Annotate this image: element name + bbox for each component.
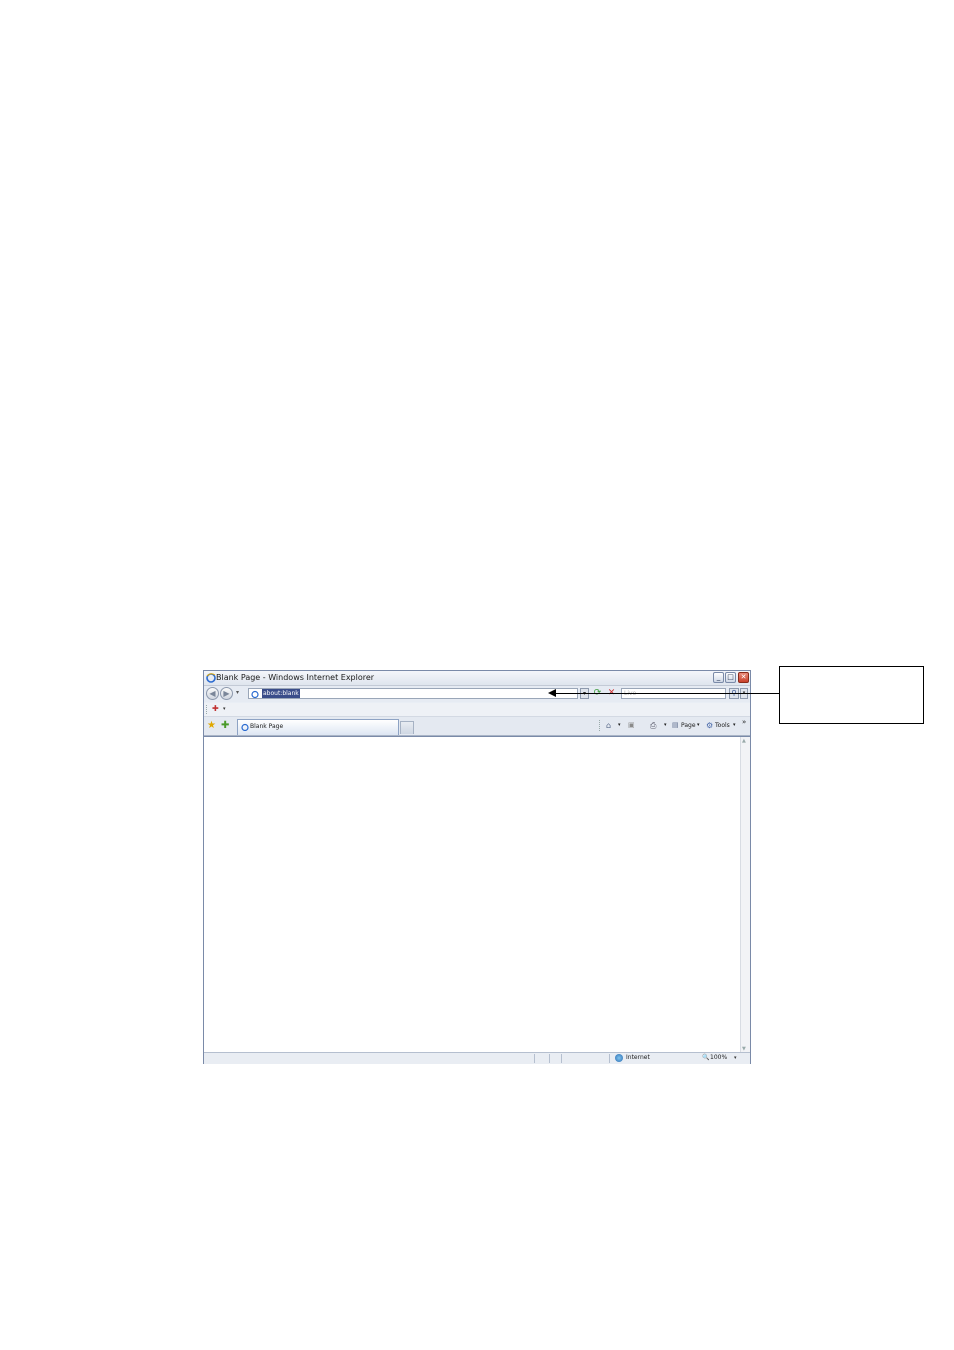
scroll-up-icon[interactable]: ▲ (742, 738, 746, 744)
forward-arrow-icon: ▶ (223, 689, 230, 698)
print-icon[interactable]: ⎙ (650, 720, 656, 731)
back-arrow-icon: ◀ (209, 689, 216, 698)
status-divider (549, 1054, 550, 1063)
minimize-button[interactable]: _ (713, 672, 724, 683)
print-dropdown[interactable]: ▾ (664, 720, 667, 731)
title-bar[interactable]: Blank Page - Windows Internet Explorer _… (204, 671, 750, 686)
tab-bar: ★ ✚ Blank Page ⌂ ▾ ▣ ⎙ ▾ ▤ Page ▾ ⚙ Tool… (204, 717, 750, 736)
home-icon[interactable]: ⌂ (606, 720, 611, 731)
status-divider (534, 1054, 535, 1063)
status-bar: Internet 🔍 100% ▾ (204, 1052, 750, 1064)
addon-dropdown[interactable]: ▾ (223, 705, 226, 714)
minimize-icon: _ (716, 673, 721, 681)
maximize-icon: □ (727, 673, 734, 681)
ie-logo-icon (206, 673, 216, 683)
internet-globe-icon (615, 1054, 623, 1062)
address-bar[interactable]: about:blank (248, 688, 578, 699)
status-divider (561, 1054, 562, 1063)
close-icon: ✕ (740, 673, 747, 681)
page-menu-button[interactable]: Page (681, 720, 696, 731)
security-zone-label[interactable]: Internet (626, 1053, 650, 1063)
command-bar-grip[interactable] (599, 720, 602, 731)
toolbar-grip[interactable] (206, 705, 209, 714)
status-divider (609, 1054, 610, 1063)
tab-blank-page[interactable]: Blank Page (237, 719, 399, 735)
page-icon (241, 723, 249, 731)
more-commands-icon[interactable]: » (742, 717, 746, 728)
tools-gear-icon: ⚙ (706, 721, 714, 730)
forward-button[interactable]: ▶ (220, 687, 233, 700)
navigation-bar: ◀ ▶ ▾ about:blank ▾ ⟳ ✕ Live ⚲ ▾ (204, 686, 750, 702)
recent-pages-dropdown[interactable]: ▾ (236, 689, 239, 696)
feeds-icon[interactable]: ▣ (628, 720, 635, 731)
zoom-icon: 🔍 (702, 1054, 710, 1061)
tools-menu-dropdown[interactable]: ▾ (733, 720, 736, 731)
vertical-scrollbar[interactable]: ▲ ▼ (740, 737, 750, 1053)
back-button[interactable]: ◀ (206, 687, 219, 700)
close-button[interactable]: ✕ (738, 672, 749, 683)
page-content-area[interactable]: ▲ ▼ (204, 736, 750, 1053)
home-dropdown[interactable]: ▾ (618, 720, 621, 731)
page-menu-icon: ▤ (672, 721, 679, 729)
zoom-level[interactable]: 100% (710, 1053, 727, 1063)
page-icon (251, 690, 259, 698)
tab-label: Blank Page (250, 723, 284, 730)
zoom-dropdown[interactable]: ▾ (734, 1053, 737, 1063)
add-favorite-icon[interactable]: ✚ (221, 720, 229, 731)
window-title: Blank Page - Windows Internet Explorer (216, 673, 375, 682)
ie-window: Blank Page - Windows Internet Explorer _… (203, 670, 751, 1064)
new-tab-button[interactable] (400, 721, 414, 734)
addon-icon[interactable]: ✚ (212, 704, 219, 714)
callout-arrow-line (555, 693, 779, 694)
page-menu-dropdown[interactable]: ▾ (697, 720, 700, 731)
tools-menu-button[interactable]: Tools (715, 720, 730, 731)
favorites-star-icon[interactable]: ★ (207, 720, 216, 731)
addon-toolbar: ✚ ▾ (204, 703, 750, 717)
address-text[interactable]: about:blank (262, 689, 300, 698)
maximize-button[interactable]: □ (725, 672, 736, 683)
callout-box (779, 666, 924, 724)
